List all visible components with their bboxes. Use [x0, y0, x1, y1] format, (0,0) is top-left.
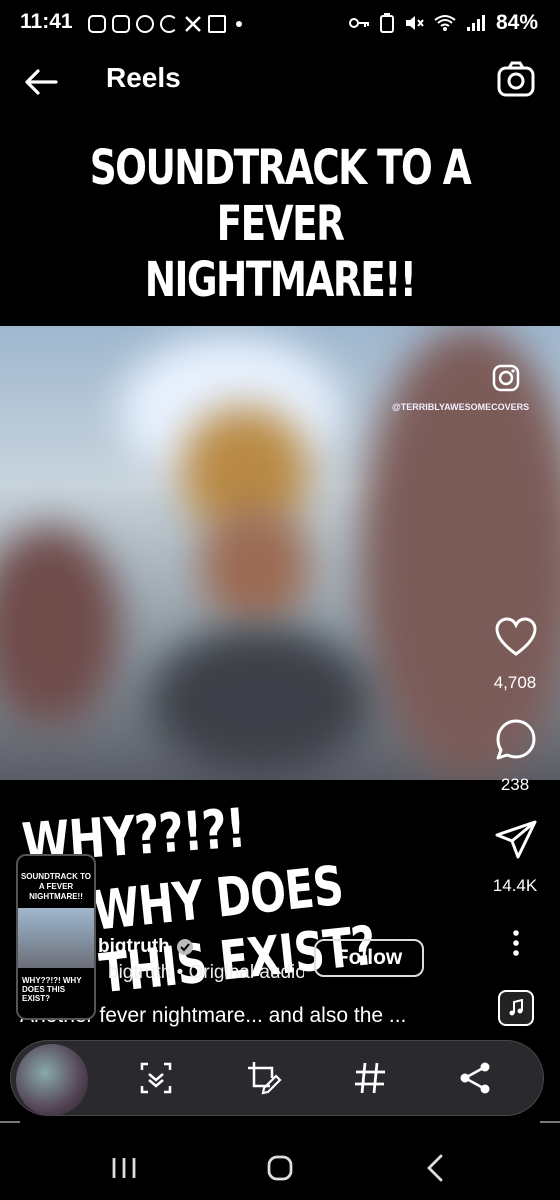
instagram-watermark-icon	[492, 364, 520, 392]
follow-button[interactable]: Follow	[314, 939, 424, 977]
audio-label[interactable]: bigtruth • Original audio	[108, 962, 304, 984]
back-arrow-icon[interactable]	[22, 62, 62, 102]
music-note-icon	[509, 999, 523, 1016]
share-count: 14.4K	[492, 876, 538, 895]
preview-headline: SOUNDTRACK TO A FEVER NIGHTMARE!!	[20, 872, 92, 901]
more-options-icon[interactable]	[506, 928, 526, 958]
hashtag-icon[interactable]	[350, 1058, 390, 1098]
video-watermark: @TERRIBLYAWESOMECOVERS	[392, 402, 530, 412]
like-heart-icon[interactable]	[494, 616, 538, 660]
share-icon[interactable]	[456, 1058, 496, 1098]
system-icons: 84%	[348, 11, 538, 35]
wifi-icon	[434, 15, 456, 31]
discord-icon	[88, 15, 106, 33]
audio-thumbnail[interactable]	[498, 990, 534, 1026]
scroll-capture-icon[interactable]	[136, 1058, 176, 1098]
more-notifications-dot	[236, 21, 242, 27]
scroll-indicator	[0, 1116, 560, 1130]
twitch-icon	[208, 15, 226, 33]
send-share-icon[interactable]	[494, 818, 538, 862]
comment-count: 238	[500, 775, 530, 794]
notification-icons	[88, 12, 242, 36]
back-nav-icon[interactable]	[416, 1148, 456, 1188]
status-time: 11:41	[20, 10, 73, 33]
screenshot-preview[interactable]: SOUNDTRACK TO A FEVER NIGHTMARE!! WHY??!…	[16, 854, 96, 1020]
battery-saver-icon	[379, 13, 394, 33]
preview-caption: WHY??!?! WHY DOES THIS EXIST?	[22, 976, 82, 1003]
author-username[interactable]: bigtruth	[98, 936, 170, 958]
page-title: Reels	[106, 62, 181, 93]
crop-edit-icon[interactable]	[244, 1058, 284, 1098]
toolbar-thumbnail[interactable]	[16, 1044, 88, 1116]
check-circle-icon	[136, 15, 154, 33]
like-count: 4,708	[493, 673, 537, 692]
signal-icon	[466, 15, 485, 31]
home-icon[interactable]	[260, 1148, 300, 1188]
instagram-icon	[112, 15, 130, 33]
mute-icon	[405, 16, 424, 30]
camera-icon[interactable]	[496, 60, 536, 100]
recent-apps-icon[interactable]	[104, 1148, 144, 1188]
preview-video	[18, 908, 94, 968]
key-icon	[348, 18, 369, 28]
x-icon	[185, 16, 201, 32]
reel-video[interactable]: @TERRIBLYAWESOMECOVERS	[0, 326, 560, 780]
verified-badge-icon	[177, 939, 193, 955]
crunchyroll-icon	[160, 15, 178, 33]
battery-percentage: 84%	[495, 11, 538, 34]
comment-icon[interactable]	[494, 718, 538, 762]
reel-headline: SOUNDTRACK TO A FEVER NIGHTMARE!!	[89, 140, 472, 308]
